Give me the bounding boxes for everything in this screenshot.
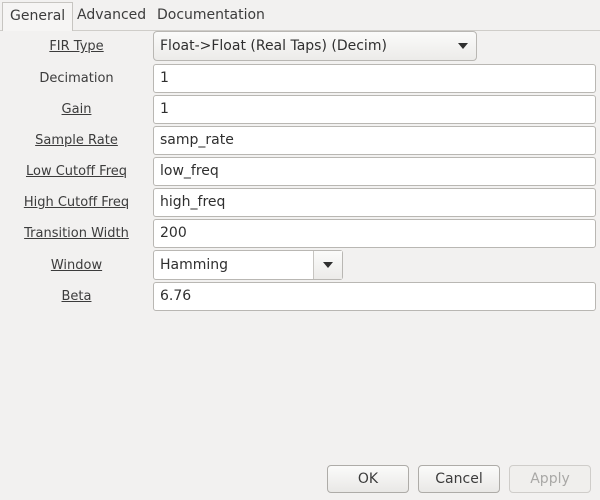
gain-field[interactable]: 1 [153, 95, 596, 124]
chevron-down-icon [458, 43, 468, 49]
sample-rate-label: Sample Rate [35, 133, 118, 148]
beta-row: Beta 6.76 [0, 281, 600, 313]
cancel-button[interactable]: Cancel [418, 465, 500, 493]
dialog-button-bar: OK Cancel Apply [0, 465, 600, 493]
sample-rate-field[interactable]: samp_rate [153, 126, 596, 155]
decimation-label: Decimation [39, 71, 114, 86]
decimation-row: Decimation 1 [0, 63, 600, 95]
low-cutoff-label: Low Cutoff Freq [25, 164, 128, 179]
gain-row: Gain 1 [0, 94, 600, 126]
low-cutoff-field[interactable]: low_freq [153, 157, 596, 186]
beta-label: Beta [61, 289, 92, 304]
tab-advanced[interactable]: Advanced [70, 2, 153, 29]
sample-rate-row: Sample Rate samp_rate [0, 125, 600, 157]
fir-type-value: Float->Float (Real Taps) (Decim) [160, 38, 387, 54]
chevron-down-icon [323, 262, 333, 268]
transition-width-row: Transition Width 200 [0, 218, 600, 250]
gain-label: Gain [61, 102, 92, 117]
tab-bar: General Advanced Documentation [0, 0, 600, 31]
ok-button[interactable]: OK [327, 465, 409, 493]
window-dropdown-button[interactable] [313, 251, 342, 279]
transition-width-field[interactable]: 200 [153, 219, 596, 248]
apply-button[interactable]: Apply [509, 465, 591, 493]
beta-field[interactable]: 6.76 [153, 282, 596, 311]
decimation-field[interactable]: 1 [153, 64, 596, 93]
tab-documentation[interactable]: Documentation [150, 2, 272, 29]
window-combo[interactable]: Hamming [153, 250, 343, 280]
fir-type-label: FIR Type [49, 39, 104, 54]
window-label: Window [50, 258, 103, 273]
tab-general[interactable]: General [2, 2, 74, 31]
high-cutoff-field[interactable]: high_freq [153, 188, 596, 217]
window-row: Window Hamming [0, 250, 600, 282]
fir-type-row: FIR Type Float->Float (Real Taps) (Decim… [0, 31, 600, 63]
high-cutoff-row: High Cutoff Freq high_freq [0, 187, 600, 219]
window-value[interactable]: Hamming [154, 251, 315, 279]
fir-type-select[interactable]: Float->Float (Real Taps) (Decim) [153, 31, 477, 61]
transition-width-label: Transition Width [24, 226, 129, 241]
high-cutoff-label: High Cutoff Freq [23, 195, 130, 210]
low-cutoff-row: Low Cutoff Freq low_freq [0, 156, 600, 188]
